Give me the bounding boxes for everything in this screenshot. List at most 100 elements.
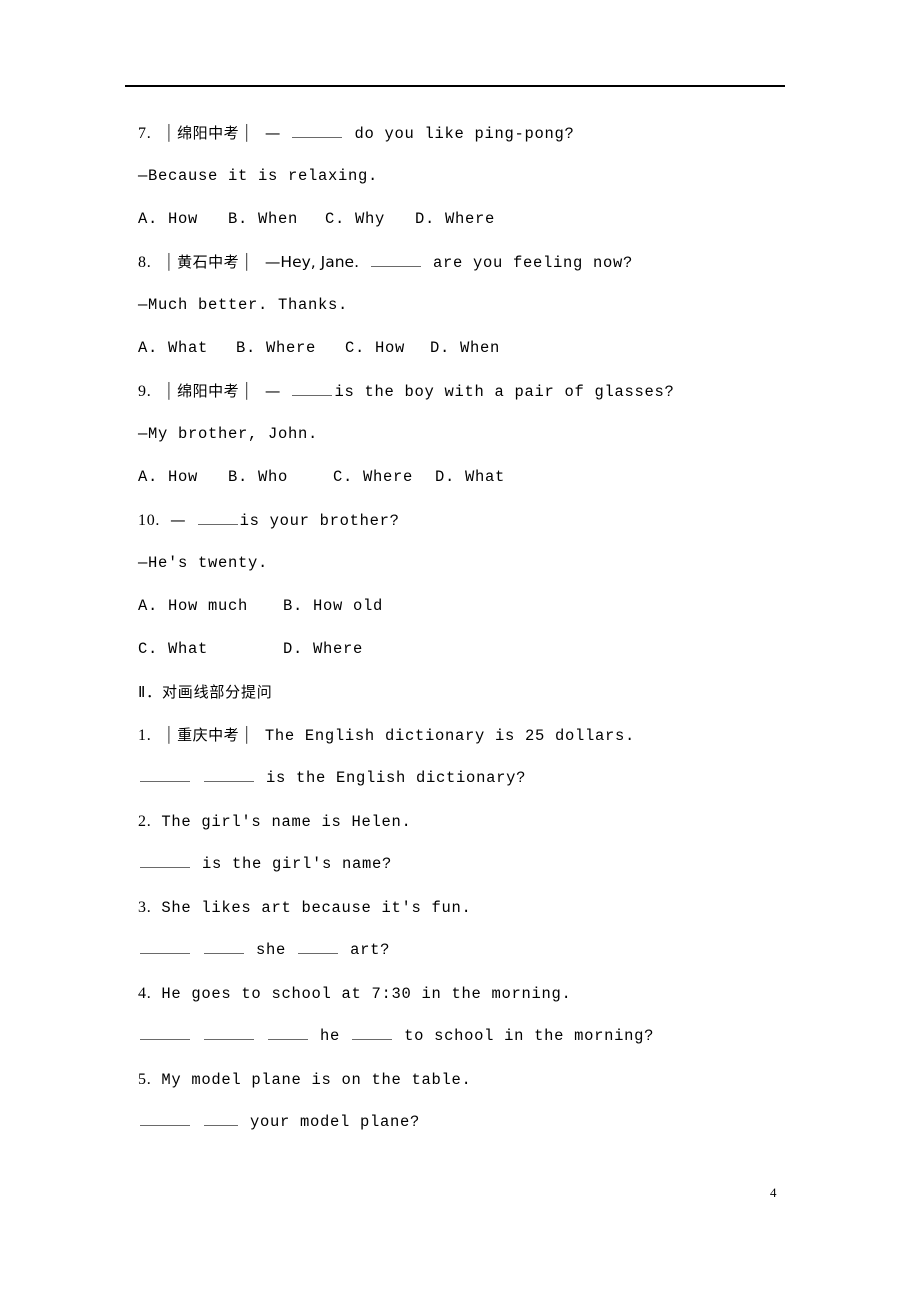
item-answer-mid-3: she [256,941,287,959]
stem-prefix-q7: — [264,124,281,142]
item-number-4: 4. [138,985,152,1002]
option-a-q7[interactable]: A. How [138,198,198,241]
item-answer-tail-1: is the English dictionary? [266,769,527,787]
source-bracket-open-q7: │ [164,124,175,142]
question-number-q10: 10. [138,512,161,529]
item-sentence-1: The English dictionary is 25 dollars. [264,727,635,745]
stem-prefix-q10: — [170,511,186,529]
answer-blank[interactable] [140,767,190,782]
item-answer-tail-4: to school in the morning? [404,1027,655,1045]
answer-blank[interactable] [197,510,238,525]
answer-blank[interactable] [371,252,422,267]
stem-prefix-q9: — [264,382,281,400]
answer-blank[interactable] [268,1025,309,1040]
item-sentence-4: He goes to school at 7:30 in the morning… [161,985,572,1003]
section-two-item-5-sentence: 5. My model plane is on the table. [138,1058,838,1101]
answer-blank[interactable] [204,1025,255,1040]
option-d-q7[interactable]: D. Where [415,198,495,241]
options-row-q9: A. How B. Who C. Where D. What [138,456,838,499]
item-number-2: 2. [138,813,152,830]
item-answer-tail-2: is the girl's name? [202,855,393,873]
section-two-item-4-sentence: 4. He goes to school at 7:30 in the morn… [138,972,838,1015]
source-label-q7: 绵阳中考 [177,124,240,142]
answer-blank[interactable] [298,939,339,954]
option-c-q8[interactable]: C. How [345,327,405,370]
option-c-q10[interactable]: C. What [138,628,208,671]
question-stem-q10: 10. — is your brother? [138,499,838,542]
item-answer-tail-5: your model plane? [250,1113,421,1131]
stem-text-q7: do you like ping-pong? [354,125,575,143]
question-response-q9: —My brother, John. [138,425,319,443]
page-content: 7. │ 绵阳中考 │ — do you like ping-pong? —Beca… [138,112,838,1144]
question-response-q10: —He's twenty. [138,554,269,572]
item-answer-tail-3: art? [350,941,391,959]
section-two-item-3-sentence: 3. She likes art because it's fun. [138,886,838,929]
source-label-q9: 绵阳中考 [177,382,240,400]
option-d-q8[interactable]: D. When [430,327,500,370]
section-two-item-2-sentence: 2. The girl's name is Helen. [138,800,838,843]
options-row-q8: A. What B. Where C. How D. When [138,327,838,370]
option-b-q8[interactable]: B. Where [236,327,316,370]
section-two-item-1-sentence: 1. │ 重庆中考 │ The English dictionary is 25 d… [138,714,838,757]
source-bracket-close-q9: │ [242,382,252,400]
section-two-item-4-answer: he to school in the morning? [138,1015,838,1058]
options-row1-q10: A. How much B. How old [138,585,838,628]
section-two-heading: Ⅱ．对画线部分提问 [138,683,273,701]
section-two-item-2-answer: is the girl's name? [138,843,838,886]
source-label-q8: 黄石中考 [177,253,240,271]
answer-blank[interactable] [204,767,255,782]
source-bracket-open-q9: │ [164,382,175,400]
answer-blank[interactable] [352,1025,393,1040]
option-a-q8[interactable]: A. What [138,327,208,370]
section-two-item-1-answer: is the English dictionary? [138,757,838,800]
section-two-item-3-answer: she art? [138,929,838,972]
question-stem-q8: 8. │ 黄石中考 │ —Hey, Jane. are you feeling no… [138,241,838,284]
source-bracket-open-q8: │ [164,253,175,271]
item-sentence-2: The girl's name is Helen. [161,813,412,831]
option-b-q9[interactable]: B. Who [228,456,288,499]
option-c-q9[interactable]: C. Where [333,456,413,499]
question-stem-q7: 7. │ 绵阳中考 │ — do you like ping-pong? [138,112,838,155]
answer-blank[interactable] [204,939,245,954]
option-a-q9[interactable]: A. How [138,456,198,499]
question-number-q9: 9. [138,383,152,400]
item-number-3: 3. [138,899,152,916]
answer-blank[interactable] [140,1111,190,1126]
section-two-item-5-answer: your model plane? [138,1101,838,1144]
option-a-q10[interactable]: A. How much [138,585,248,628]
item-sentence-3: She likes art because it's fun. [161,899,472,917]
answer-blank[interactable] [140,1025,190,1040]
header-rule [125,85,785,87]
source-bracket-open-s2-1: │ [164,726,175,744]
item-sentence-5: My model plane is on the table. [161,1071,472,1089]
option-d-q9[interactable]: D. What [435,456,505,499]
question-stem-q9: 9. │ 绵阳中考 │ — is the boy with a pair of gl… [138,370,838,413]
question-number-q8: 8. [138,254,152,271]
stem-text-q9: is the boy with a pair of glasses? [334,383,675,401]
item-answer-mid-4: he [320,1027,341,1045]
answer-blank[interactable] [292,381,333,396]
option-b-q7[interactable]: B. When [228,198,298,241]
item-number-5: 5. [138,1071,152,1088]
option-d-q10[interactable]: D. Where [283,628,363,671]
question-response-q8: —Much better. Thanks. [138,296,349,314]
stem-text-q10: is your brother? [239,512,400,530]
question-response-q7: —Because it is relaxing. [138,167,379,185]
page-number: 4 [770,1185,777,1200]
options-row-q7: A. How B. When C. Why D. Where [138,198,838,241]
stem-text-q8: are you feeling now? [433,254,634,272]
source-bracket-close-q7: │ [242,124,252,142]
document-page: 7. │ 绵阳中考 │ — do you like ping-pong? —Beca… [0,0,920,1302]
source-bracket-close-s2-1: │ [242,726,252,744]
answer-blank[interactable] [140,939,190,954]
answer-blank[interactable] [140,853,190,868]
answer-blank[interactable] [292,123,343,138]
answer-blank[interactable] [204,1111,239,1126]
item-number-1: 1. [138,727,152,744]
source-label-s2-1: 重庆中考 [177,726,240,744]
option-b-q10[interactable]: B. How old [283,585,383,628]
stem-prefix-q8: —Hey, Jane. [264,253,359,271]
question-number-q7: 7. [138,125,152,142]
option-c-q7[interactable]: C. Why [325,198,385,241]
options-row2-q10: C. What D. Where [138,628,838,671]
